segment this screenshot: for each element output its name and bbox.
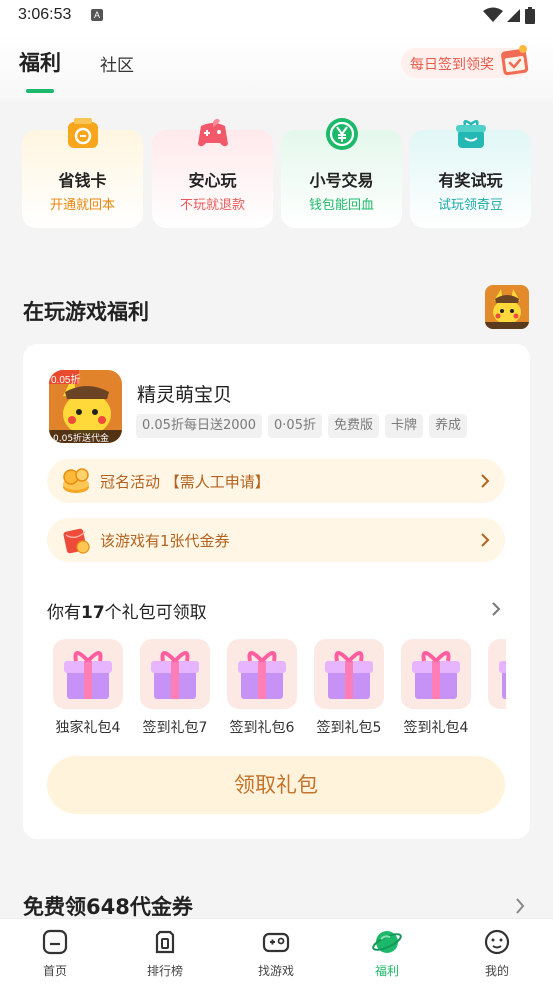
status-time: 3:06:53	[18, 6, 72, 23]
game-icon-caption: 0.05折送代金	[53, 434, 110, 443]
calendar-gift-icon	[501, 45, 529, 76]
chevron-right-icon	[481, 474, 490, 488]
gift-header-prefix: 你有	[47, 603, 81, 623]
gift-count-header[interactable]: 你有17个礼包可领取	[47, 598, 207, 623]
gift-box-icon	[314, 639, 384, 709]
bottom-nav: 首页 排行榜 找游戏 福利 我的	[0, 918, 553, 984]
promo-sponsor-activity[interactable]: 冠名活动 【需人工申请】	[47, 459, 505, 503]
gift-box-icon	[401, 639, 471, 709]
nav-find-game[interactable]: 找游戏	[221, 919, 331, 984]
gift-count: 17	[81, 603, 105, 623]
gift-box-icon	[456, 120, 486, 148]
signal-icon	[507, 9, 520, 22]
battery-icon	[525, 6, 535, 24]
gift-item[interactable]: 签到礼包7	[137, 638, 213, 738]
daily-signin-label: 每日签到领奖	[410, 57, 494, 73]
gift-label: 签到礼包5	[316, 720, 382, 736]
coin-pile-icon	[63, 468, 89, 493]
promo-text: 冠名活动 【需人工申请】	[100, 473, 270, 491]
nav-welfare[interactable]: 福利	[332, 919, 442, 984]
game-tag: 免费版	[327, 414, 379, 438]
yen-exchange-icon	[326, 118, 358, 150]
quick-card-trial-reward[interactable]: 有奖试玩 试玩领奇豆	[410, 120, 531, 228]
game-welfare-card: 0.05折 0.05折送代金 精灵萌宝贝 0.05折每日送2000 0·05折 …	[23, 344, 530, 839]
welfare-planet-icon	[372, 931, 402, 953]
gift-list: 独家礼包4 签到礼包7 签到礼包6 签到礼包5 签到礼包4 签到	[47, 638, 506, 738]
game-tags: 0.05折每日送2000 0·05折 免费版 卡牌 养成	[136, 414, 468, 438]
tab-community[interactable]: 社区	[100, 51, 134, 76]
quick-card-account-trade[interactable]: 小号交易 钱包能回血	[281, 118, 402, 228]
gift-box-icon	[53, 639, 123, 709]
home-icon	[42, 929, 68, 955]
gift-label: 签到	[479, 717, 506, 737]
gift-label: 签到礼包6	[229, 720, 295, 736]
gift-box-icon	[140, 639, 210, 709]
gift-label: 独家礼包4	[55, 720, 121, 736]
notification-icon: A	[91, 9, 103, 21]
game-tag: 0·05折	[268, 414, 322, 438]
nav-home[interactable]: 首页	[0, 919, 110, 984]
chevron-right-icon[interactable]	[490, 600, 502, 618]
nav-profile[interactable]: 我的	[442, 919, 552, 984]
gift-item[interactable]: 签到礼包6	[224, 638, 300, 738]
chevron-right-icon[interactable]	[514, 896, 526, 916]
profile-icon	[484, 929, 510, 955]
ranking-icon	[155, 930, 175, 954]
quick-card-title: 有奖试玩	[438, 171, 503, 190]
section-title: 在玩游戏福利	[23, 300, 149, 324]
chevron-right-icon	[481, 533, 490, 547]
game-tag: 0.05折每日送2000	[136, 414, 263, 438]
game-icon-badge: 0.05折	[51, 375, 81, 386]
gift-item[interactable]: 签到	[485, 638, 506, 738]
gift-box-icon	[488, 639, 506, 709]
game-tag: 养成	[429, 414, 468, 438]
tab-active-indicator	[26, 89, 54, 93]
game-icon[interactable]: 0.05折 0.05折送代金	[49, 370, 122, 443]
quick-card-title: 安心玩	[188, 171, 237, 190]
voucher-section-title[interactable]: 免费领648代金券	[23, 891, 193, 921]
gift-box-icon	[227, 639, 297, 709]
wifi-icon	[483, 7, 503, 22]
game-tag: 卡牌	[385, 414, 424, 438]
gift-item[interactable]: 签到礼包4	[398, 638, 474, 738]
quick-card-subtitle: 开通就回本	[49, 198, 115, 213]
game-thumbnail-small[interactable]	[485, 285, 529, 329]
claim-gift-button[interactable]: 领取礼包	[47, 756, 505, 814]
quick-card-subtitle: 钱包能回血	[308, 198, 374, 213]
nav-label: 找游戏	[257, 964, 294, 978]
quick-card-title: 省钱卡	[58, 171, 107, 190]
gamepad-heart-icon	[198, 118, 228, 147]
nav-label: 我的	[484, 964, 509, 978]
quick-card-subtitle: 试玩领奇豆	[437, 198, 503, 213]
find-game-icon	[262, 932, 290, 953]
quick-card-title: 小号交易	[309, 171, 374, 190]
gift-item[interactable]: 独家礼包4	[50, 638, 126, 738]
promo-text: 该游戏有1张代金券	[100, 532, 230, 550]
promo-voucher[interactable]: 该游戏有1张代金券	[47, 518, 505, 562]
pikachu-thumb-icon	[485, 285, 529, 329]
gift-header-suffix: 个礼包可领取	[104, 603, 207, 623]
nav-label: 首页	[42, 964, 67, 978]
status-bar: 3:06:53 A	[0, 0, 553, 32]
status-icons	[483, 6, 535, 24]
red-envelope-icon	[63, 528, 90, 554]
gift-label: 签到礼包7	[142, 720, 208, 736]
quick-feature-row: 省钱卡 开通就回本 安心玩 不玩就退款 小号交易 钱包能回血 有奖试玩 试玩领奇…	[22, 118, 532, 228]
top-header: 福利 社区 每日签到领奖	[0, 32, 553, 102]
card-coin-icon	[68, 118, 98, 148]
gift-label: 签到礼包4	[403, 720, 469, 736]
quick-card-safe-play[interactable]: 安心玩 不玩就退款	[152, 118, 273, 228]
nav-label: 排行榜	[146, 964, 183, 978]
quick-card-subtitle: 不玩就退款	[179, 198, 245, 213]
game-name[interactable]: 精灵萌宝贝	[137, 380, 232, 407]
nav-label: 福利	[374, 964, 399, 978]
daily-signin-button[interactable]: 每日签到领奖	[401, 45, 529, 78]
nav-ranking[interactable]: 排行榜	[110, 919, 220, 984]
gift-item[interactable]: 签到礼包5	[311, 638, 387, 738]
tab-welfare[interactable]: 福利	[19, 47, 61, 77]
quick-card-save-money[interactable]: 省钱卡 开通就回本	[22, 118, 143, 228]
